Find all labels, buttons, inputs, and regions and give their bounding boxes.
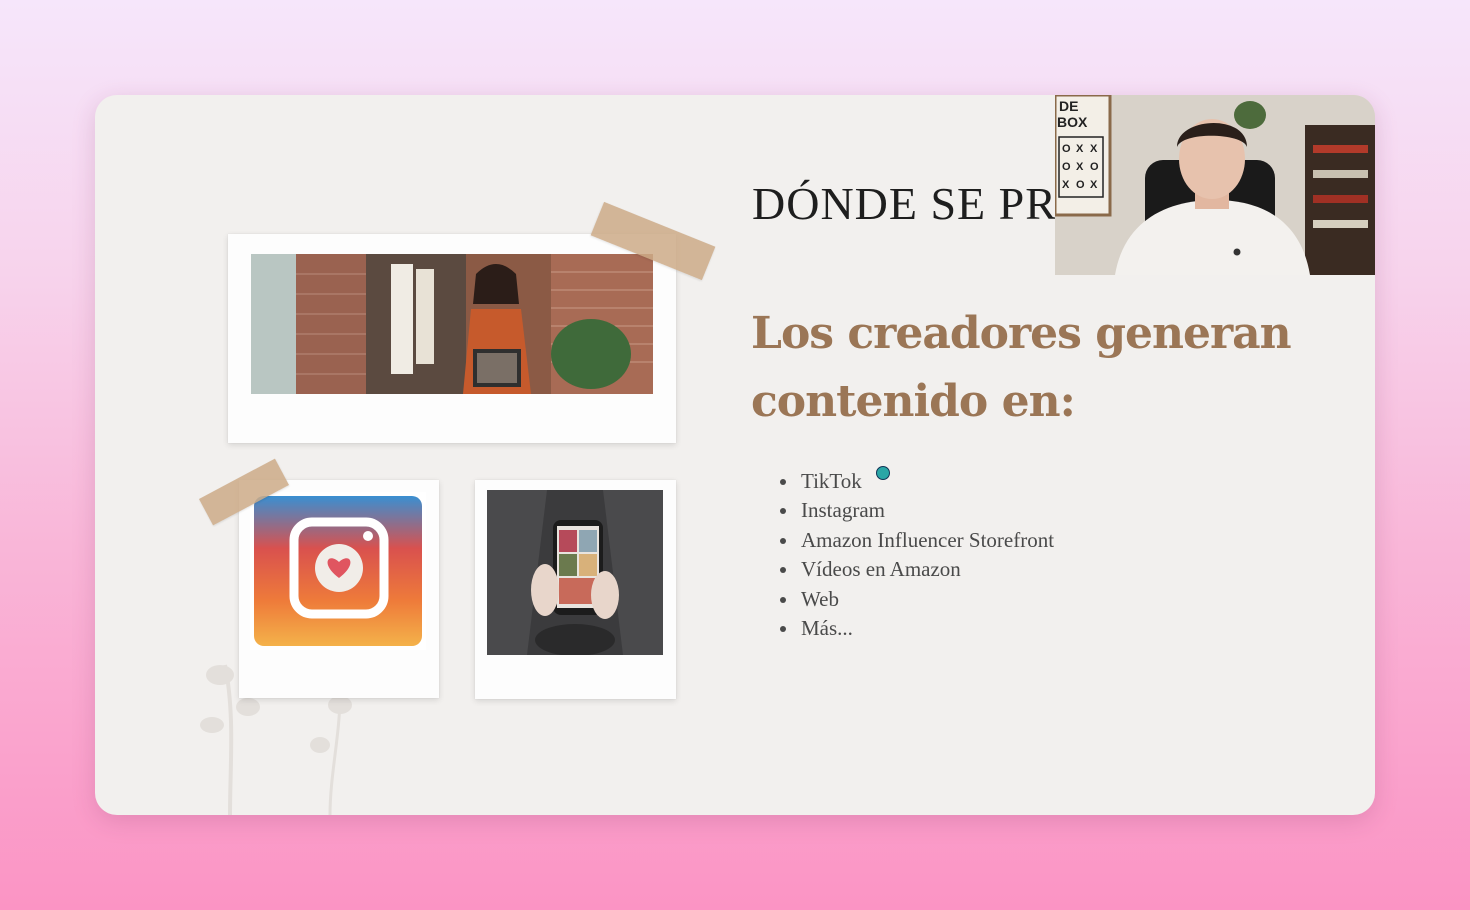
- platform-list: TikTok Instagram Amazon Influencer Store…: [775, 467, 1054, 643]
- list-item: Más...: [799, 614, 1054, 643]
- webcam-sign-line-2: BOX: [1057, 114, 1088, 130]
- ttt-cell: O: [1062, 161, 1071, 173]
- photo-shopping-influencer: [251, 254, 653, 394]
- ttt-cell: O: [1062, 143, 1071, 155]
- list-item: TikTok: [799, 467, 1054, 496]
- phone-image: [487, 490, 663, 655]
- list-item: Instagram: [799, 496, 1054, 525]
- subtitle-line-2: contenido en:: [751, 376, 1076, 427]
- list-item: Web: [799, 585, 1054, 614]
- list-item: Amazon Influencer Storefront: [799, 526, 1054, 555]
- ttt-cell: O: [1076, 179, 1085, 191]
- slide-title: DÓNDE SE PR: [752, 178, 1057, 229]
- ttt-cell: X: [1076, 161, 1084, 173]
- polaroid-phone: [475, 480, 676, 699]
- ttt-cell: X: [1062, 179, 1070, 191]
- ttt-cell: X: [1076, 143, 1084, 155]
- photo-phone-scrolling: [487, 490, 663, 655]
- list-item: Vídeos en Amazon: [799, 555, 1054, 584]
- ttt-cell: X: [1090, 143, 1098, 155]
- instagram-logo-image: [250, 492, 426, 650]
- tic-tac-toe-board: O X X O X O X O X: [1058, 136, 1104, 198]
- pointer-cursor-icon: [876, 466, 890, 480]
- ttt-cell: O: [1090, 161, 1099, 173]
- influencer-image: [251, 254, 653, 394]
- webcam-sign-line-1: DE: [1059, 98, 1078, 114]
- presenter-video: DE BOX O X X O X O X O X: [1055, 95, 1375, 275]
- slide-subtitle: Los creadores generan contenido en:: [751, 300, 1311, 436]
- polaroid-top: [228, 234, 676, 443]
- webcam-overlay[interactable]: DE BOX O X X O X O X O X: [1055, 95, 1375, 275]
- photo-instagram-logo: [250, 492, 426, 650]
- ttt-cell: X: [1090, 179, 1098, 191]
- subtitle-line-1: Los creadores generan: [751, 308, 1292, 359]
- polaroid-instagram: [239, 480, 439, 698]
